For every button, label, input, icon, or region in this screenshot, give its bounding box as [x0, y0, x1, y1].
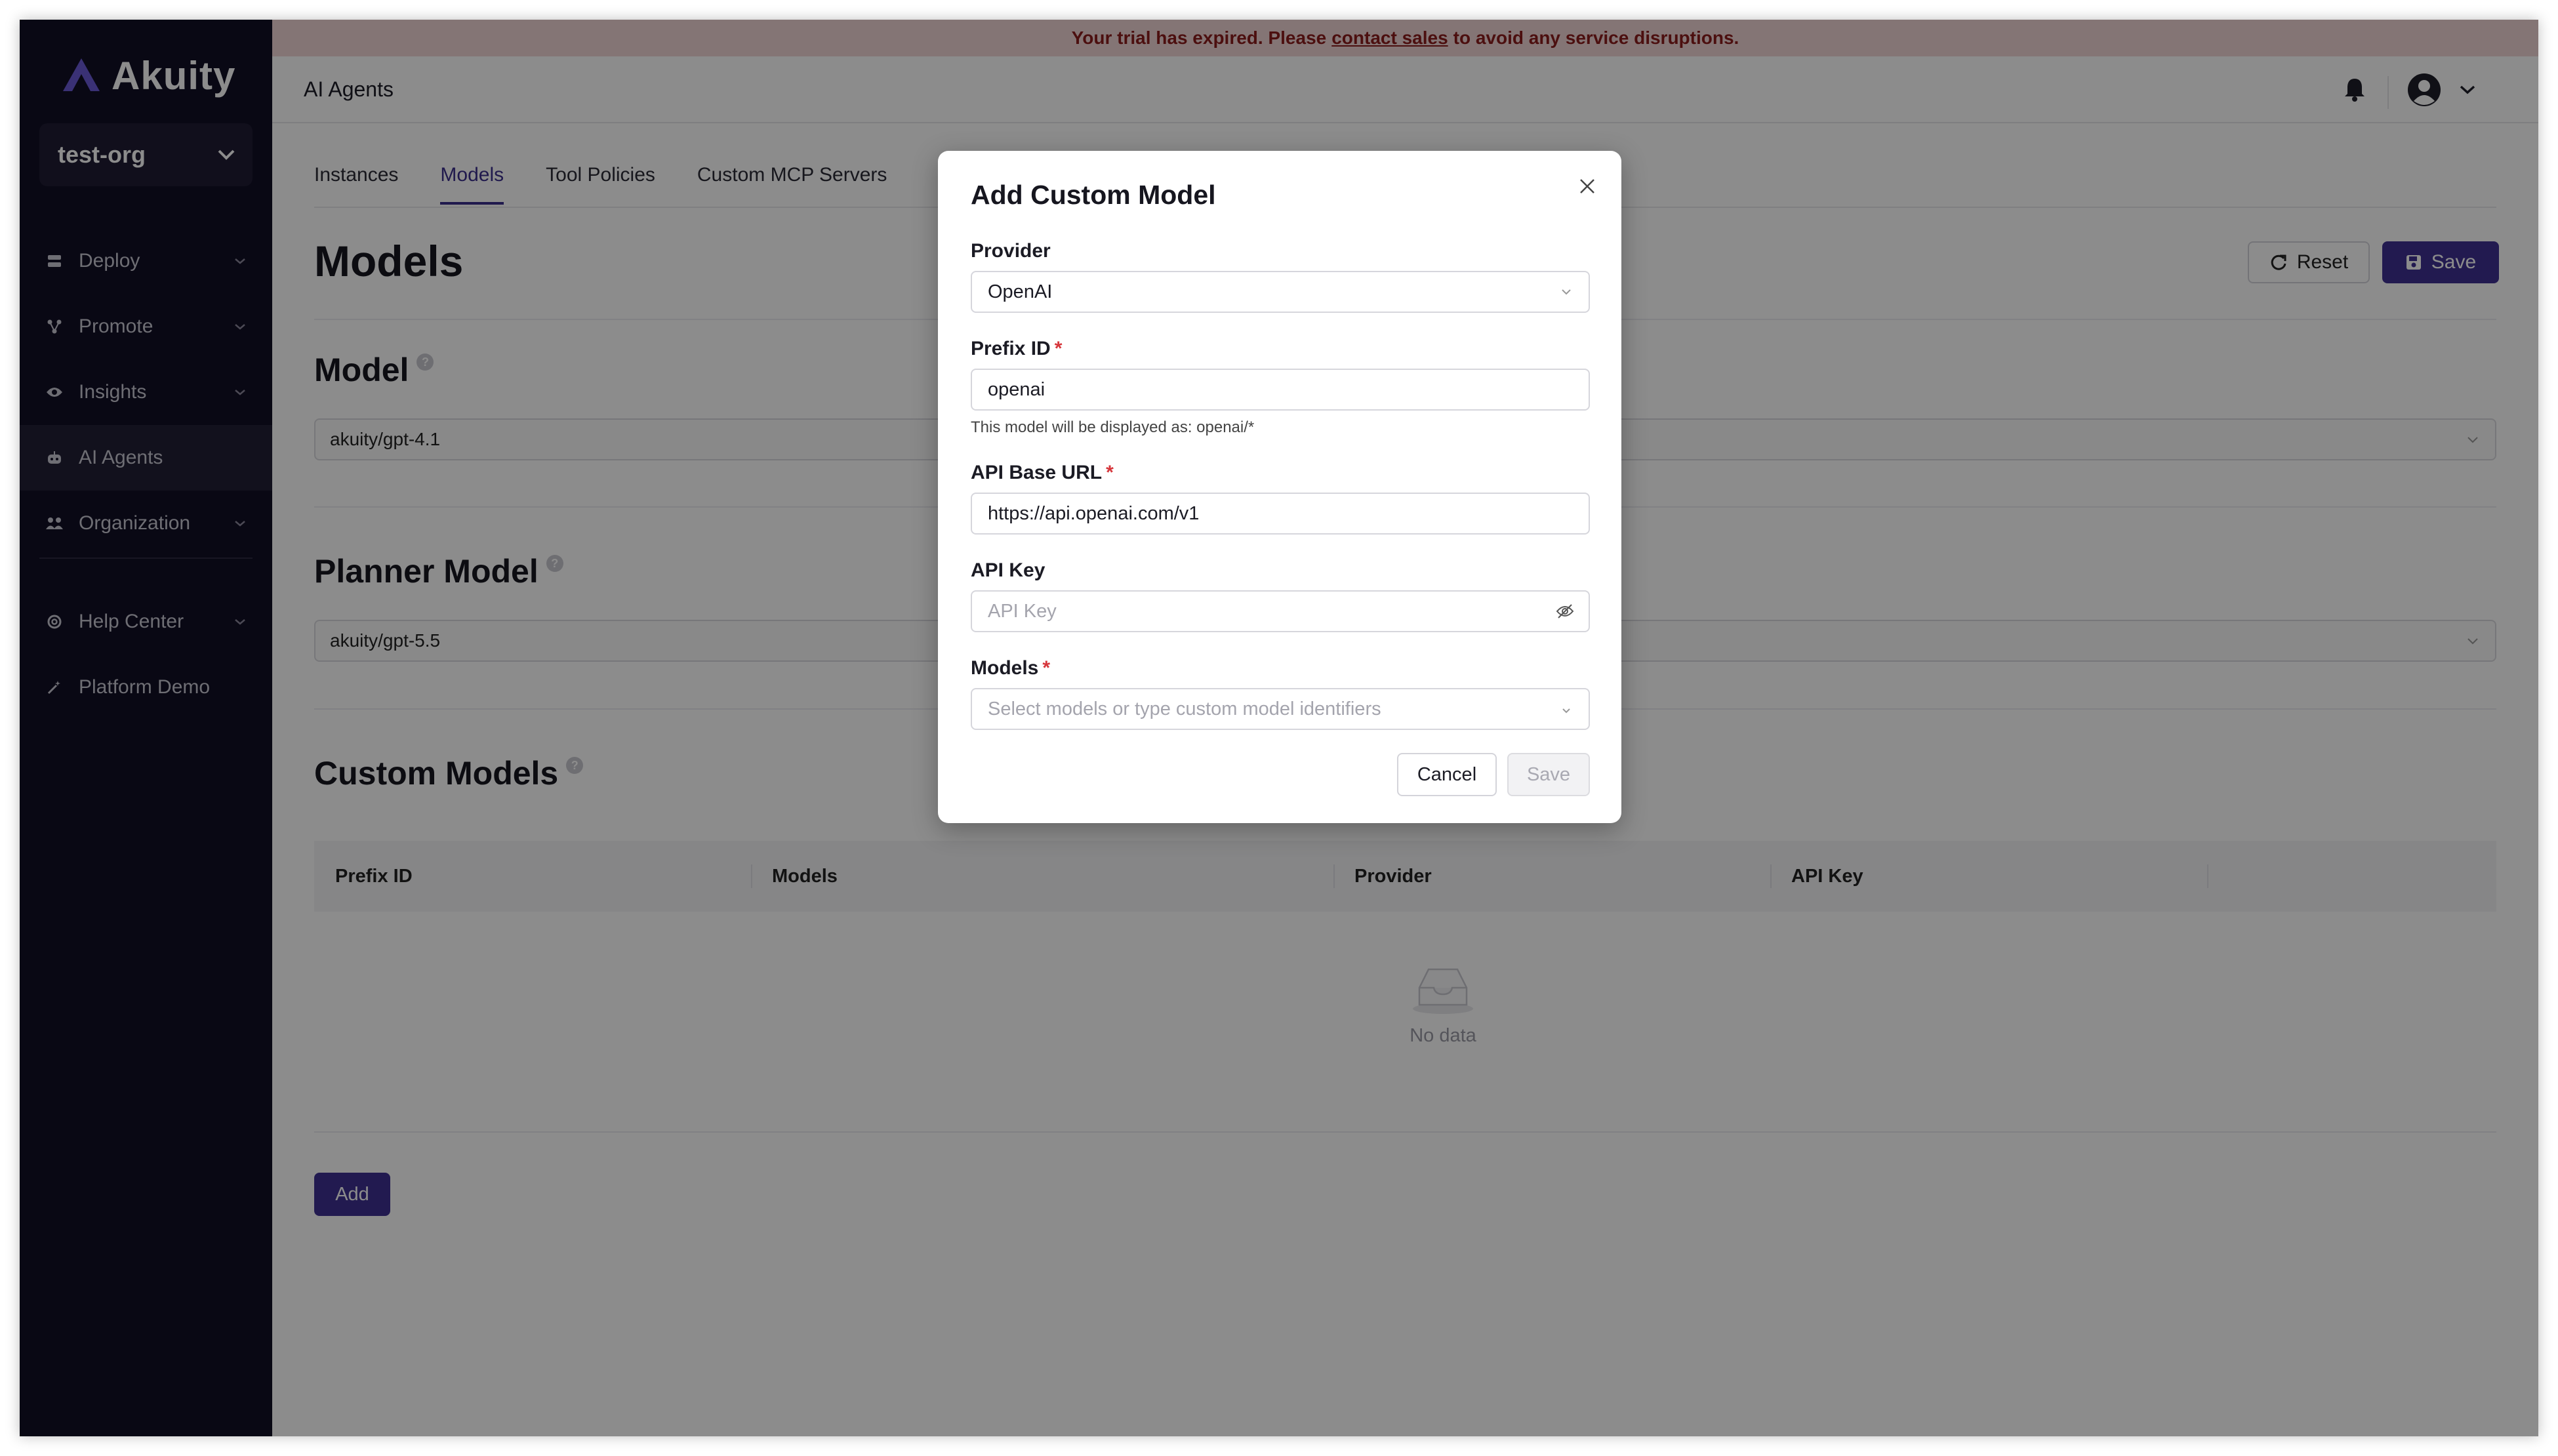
prefix-id-label: Prefix ID * — [971, 338, 1062, 360]
provider-label: Provider — [971, 240, 1051, 262]
dialog-save-button[interactable]: Save — [1507, 753, 1590, 796]
api-base-url-label-text: API Base URL — [971, 462, 1103, 483]
api-base-url-label: API Base URL * — [971, 462, 1114, 484]
models-label: Models * — [971, 657, 1050, 679]
app-window: Akuity test-org Deploy Promote Insights … — [20, 20, 2538, 1436]
models-placeholder: Select models or type custom model ident… — [988, 698, 1381, 719]
prefix-id-hint: This model will be displayed as: openai/… — [971, 418, 1255, 436]
eye-slash-icon[interactable] — [1556, 603, 1574, 619]
dialog-title: Add Custom Model — [971, 180, 1216, 210]
chevron-down-icon — [1562, 289, 1571, 295]
prefix-id-input[interactable]: openai — [971, 369, 1590, 411]
api-key-placeholder: API Key — [988, 600, 1057, 622]
models-select[interactable]: Select models or type custom model ident… — [971, 688, 1590, 730]
required-asterisk: * — [1106, 462, 1114, 483]
provider-select[interactable]: OpenAI — [971, 271, 1590, 313]
api-key-input[interactable]: API Key — [971, 590, 1590, 632]
chevron-down-icon — [1562, 708, 1570, 714]
required-asterisk: * — [1042, 657, 1051, 679]
add-custom-model-dialog: Add Custom Model Provider OpenAI Prefix … — [938, 151, 1621, 823]
prefix-id-label-text: Prefix ID — [971, 338, 1051, 359]
prefix-id-value: openai — [988, 378, 1046, 400]
provider-value: OpenAI — [988, 281, 1053, 302]
api-base-url-value: https://api.openai.com/v1 — [988, 502, 1200, 524]
api-base-url-input[interactable]: https://api.openai.com/v1 — [971, 493, 1590, 535]
close-icon[interactable] — [1578, 177, 1596, 195]
cancel-button[interactable]: Cancel — [1397, 753, 1497, 796]
required-asterisk: * — [1054, 338, 1063, 359]
models-label-text: Models — [971, 657, 1039, 679]
api-key-label: API Key — [971, 559, 1046, 581]
